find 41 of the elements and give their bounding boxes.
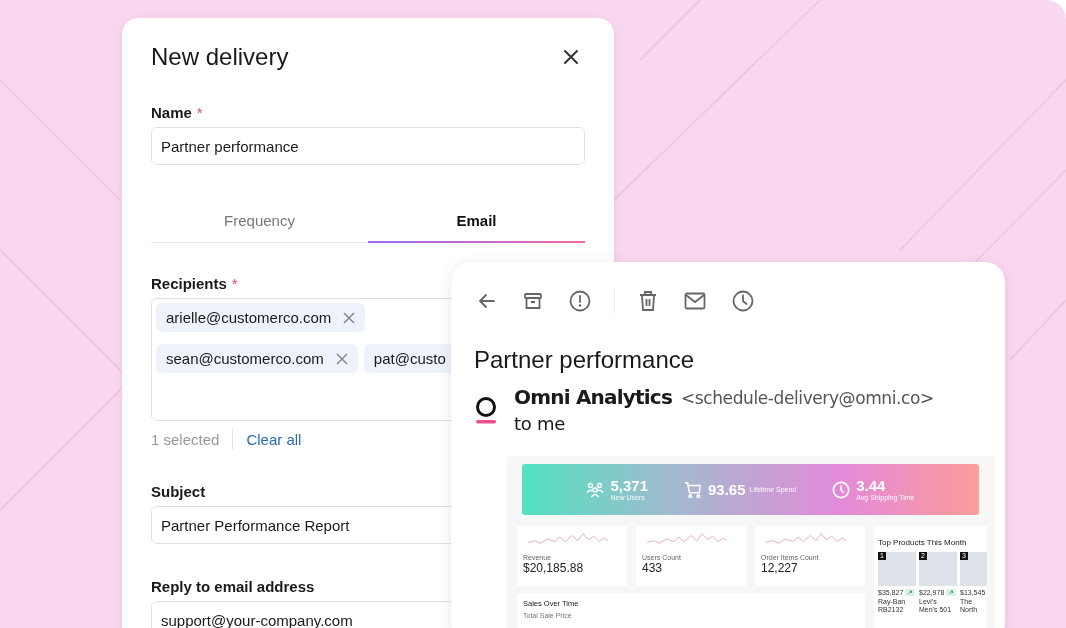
photo-placeholder — [878, 552, 916, 586]
omni-logo-icon — [474, 396, 498, 424]
required-mark: * — [196, 104, 203, 121]
field-label: Subject — [151, 483, 206, 500]
sender-address: <schedule-delivery@omni.co> — [681, 388, 934, 408]
photo-placeholder — [919, 552, 957, 586]
metric-value: 12,227 — [761, 561, 799, 575]
tab[interactable]: Email — [368, 199, 585, 243]
kpi-value: 5,371 — [610, 478, 648, 494]
remove-icon[interactable] — [343, 311, 356, 324]
metric-value: $20,185.88 — [523, 561, 585, 575]
recipient-email: sean@customerco.com — [166, 350, 324, 367]
recipient-email: arielle@customerco.com — [166, 309, 332, 326]
alert-icon[interactable] — [569, 290, 591, 312]
clock-icon[interactable] — [732, 290, 754, 312]
trash-icon[interactable] — [638, 290, 658, 312]
archive-icon[interactable] — [523, 291, 543, 311]
recipient-email: pat@custo — [373, 350, 446, 367]
photo-placeholder — [960, 552, 987, 586]
clock-icon — [832, 480, 851, 499]
close-icon[interactable] — [563, 49, 579, 65]
card-title: Top Products This Month — [878, 538, 968, 547]
field-label: Name — [151, 104, 192, 121]
cart-icon — [684, 480, 702, 499]
field-label: Reply to email address — [151, 578, 315, 595]
field-label: Recipients — [151, 275, 227, 292]
required-mark: * — [231, 275, 238, 292]
trend-up-icon — [946, 589, 957, 596]
remove-icon[interactable] — [335, 352, 348, 365]
kpi-value: 3.44 — [856, 478, 887, 494]
selected-count: 1 selected — [151, 430, 220, 448]
metric-value: 433 — [642, 561, 664, 575]
users-icon — [586, 480, 605, 499]
dialog-title: New delivery — [151, 42, 289, 72]
back-arrow-icon[interactable] — [477, 291, 497, 311]
clear-all-link[interactable]: Clear all — [246, 430, 302, 448]
tab[interactable]: Frequency — [151, 199, 368, 243]
mail-icon[interactable] — [684, 292, 706, 310]
kpi-value: 93.65 — [708, 481, 746, 498]
name-field[interactable]: Partner performance — [151, 127, 585, 165]
trend-up-icon — [905, 589, 916, 596]
